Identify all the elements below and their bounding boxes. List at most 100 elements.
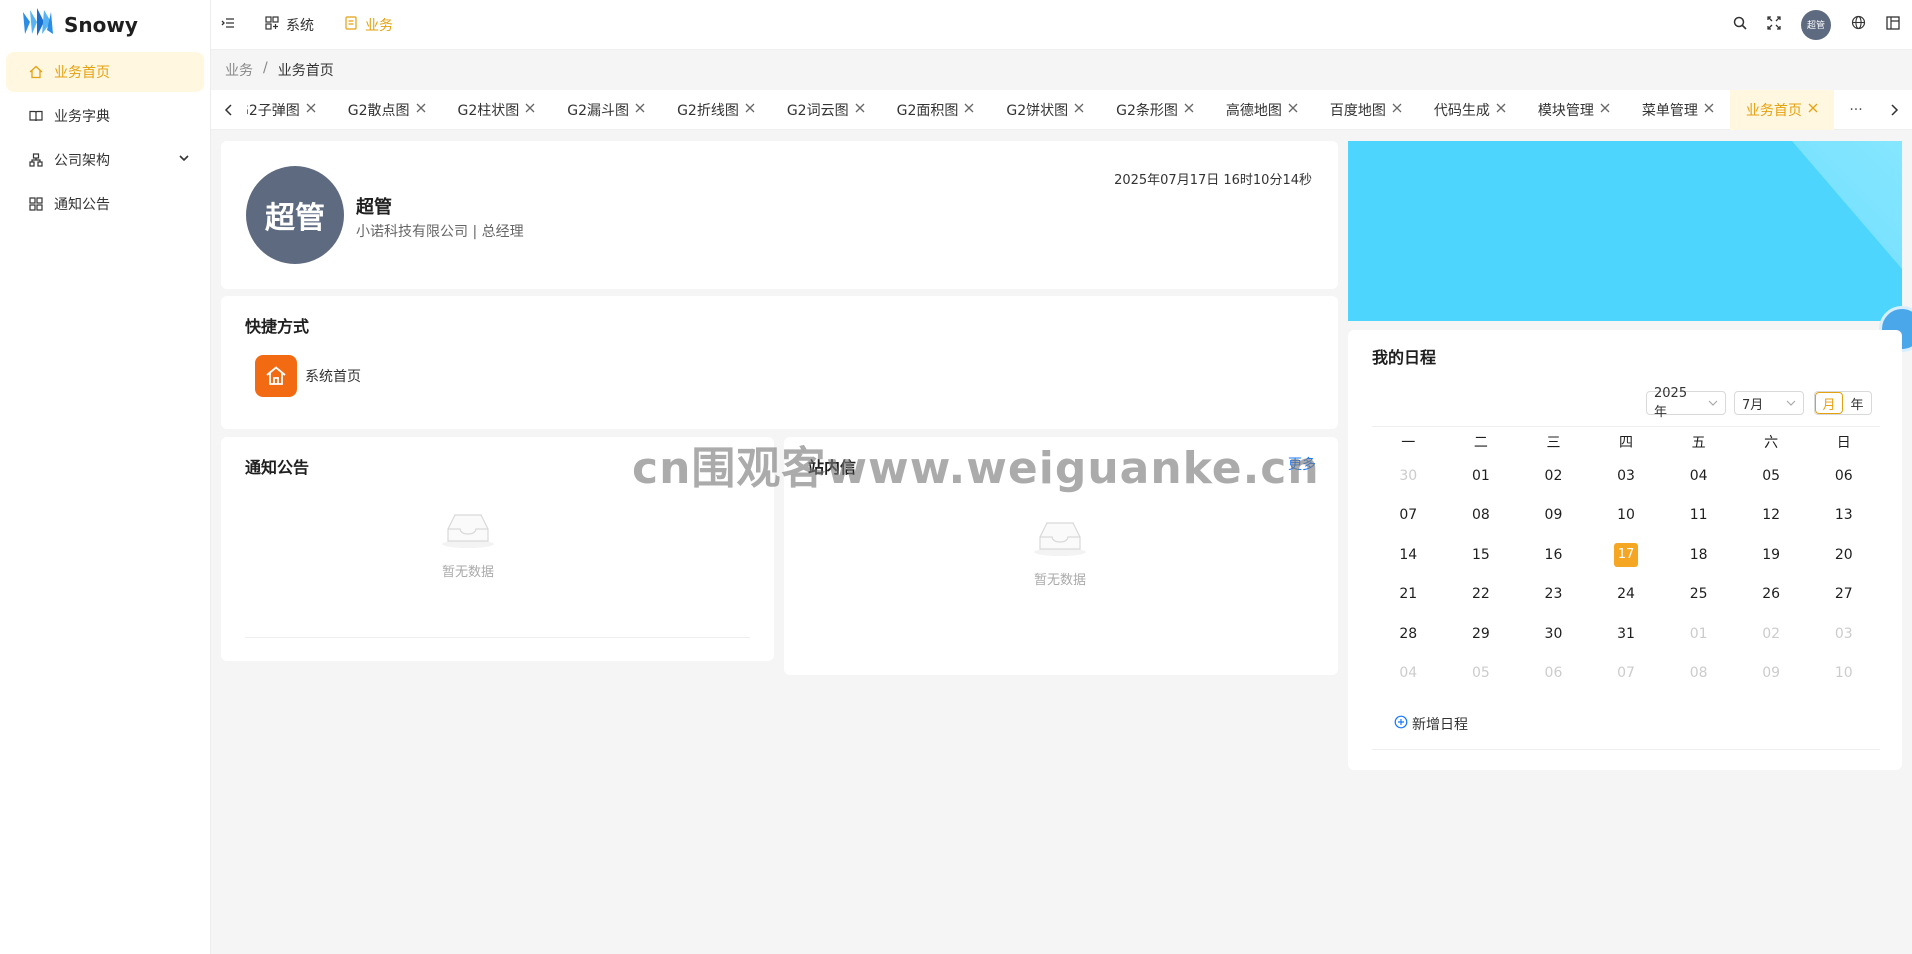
sidebar-item-business-dict[interactable]: 业务字典 xyxy=(6,96,204,136)
calendar-day[interactable]: 09 xyxy=(1517,507,1590,523)
calendar-day[interactable]: 11 xyxy=(1662,507,1735,523)
sidebar-item-label: 公司架构 xyxy=(54,153,110,169)
calendar-day[interactable]: 04 xyxy=(1372,665,1445,681)
top-menu-system[interactable]: 系统 xyxy=(265,15,314,35)
close-icon[interactable] xyxy=(1808,102,1818,117)
calendar-day[interactable]: 17 xyxy=(1590,542,1663,567)
calendar-day[interactable]: 25 xyxy=(1662,586,1735,602)
tab-label: G2折线图 xyxy=(677,102,739,119)
calendar-day[interactable]: 26 xyxy=(1735,586,1808,602)
calendar-day[interactable]: 30 xyxy=(1517,626,1590,642)
calendar-day[interactable]: 08 xyxy=(1445,507,1518,523)
close-icon[interactable] xyxy=(855,102,865,117)
tab-item[interactable]: 菜单管理 xyxy=(1626,90,1730,130)
tabs-scroll-left-icon[interactable] xyxy=(211,103,247,116)
tab-item[interactable]: G2散点图 xyxy=(332,90,442,130)
calendar-day[interactable]: 18 xyxy=(1662,547,1735,563)
calendar-day[interactable]: 12 xyxy=(1735,507,1808,523)
notice-card: 通知公告 暂无数据 xyxy=(221,437,774,661)
calendar-day[interactable]: 15 xyxy=(1445,547,1518,563)
sidebar-item-business-home[interactable]: 业务首页 xyxy=(6,52,204,92)
close-icon[interactable] xyxy=(416,102,426,117)
calendar-day[interactable]: 21 xyxy=(1372,586,1445,602)
close-icon[interactable] xyxy=(635,102,645,117)
close-icon[interactable] xyxy=(1496,102,1506,117)
calendar-day[interactable]: 09 xyxy=(1735,665,1808,681)
year-select[interactable]: 2025年 xyxy=(1646,386,1726,420)
fullscreen-icon[interactable] xyxy=(1767,15,1781,34)
tab-item[interactable]: G2漏斗图 xyxy=(551,90,661,130)
message-more-link[interactable]: 更多 xyxy=(1288,454,1316,474)
top-menu-business[interactable]: 业务 xyxy=(344,15,393,35)
tab-item[interactable]: 百度地图 xyxy=(1314,90,1418,130)
month-select[interactable]: 7月 xyxy=(1734,391,1804,415)
tab-item[interactable]: G2面积图 xyxy=(881,90,991,130)
calendar-day[interactable]: 07 xyxy=(1590,665,1663,681)
shortcut-system-home[interactable]: 系统首页 xyxy=(255,355,361,397)
user-avatar[interactable]: 超管 xyxy=(1801,9,1831,40)
calendar-day[interactable]: 28 xyxy=(1372,626,1445,642)
tabs-scroll-right-icon[interactable] xyxy=(1876,103,1912,116)
calendar-day[interactable]: 01 xyxy=(1662,626,1735,642)
calendar-day[interactable]: 06 xyxy=(1807,468,1880,484)
calendar-day[interactable]: 19 xyxy=(1735,547,1808,563)
sidebar-item-notice[interactable]: 通知公告 xyxy=(6,184,204,224)
search-icon[interactable] xyxy=(1733,16,1747,34)
globe-icon[interactable] xyxy=(1851,15,1866,34)
close-icon[interactable] xyxy=(1600,102,1610,117)
sidebar-item-company-structure[interactable]: 公司架构 xyxy=(6,140,204,180)
calendar-day[interactable]: 03 xyxy=(1590,468,1663,484)
calendar-day[interactable]: 16 xyxy=(1517,547,1590,563)
calendar-day[interactable]: 30 xyxy=(1372,468,1445,484)
tab-item[interactable]: G2柱状图 xyxy=(442,90,552,130)
calendar-day[interactable]: 04 xyxy=(1662,468,1735,484)
tab-item[interactable]: G2条形图 xyxy=(1100,90,1210,130)
tab-item[interactable]: G2饼状图 xyxy=(990,90,1100,130)
close-icon[interactable] xyxy=(1074,102,1084,117)
close-icon[interactable] xyxy=(1392,102,1402,117)
tab-item[interactable]: 代码生成 xyxy=(1418,90,1522,130)
calendar-day[interactable]: 07 xyxy=(1372,507,1445,523)
tab-item[interactable]: 模块管理 xyxy=(1522,90,1626,130)
calendar-day[interactable]: 13 xyxy=(1807,507,1880,523)
calendar-day[interactable]: 23 xyxy=(1517,586,1590,602)
breadcrumb-parent[interactable]: 业务 xyxy=(225,60,253,80)
message-title: 站内信 xyxy=(808,458,857,477)
calendar-day[interactable]: 31 xyxy=(1590,626,1663,642)
calendar-day[interactable]: 05 xyxy=(1445,665,1518,681)
tab-item[interactable]: G2子弹图 xyxy=(247,90,332,130)
tabs-more-button[interactable]: ··· xyxy=(1836,102,1876,118)
mode-month-button[interactable]: 月 xyxy=(1815,392,1843,414)
mode-year-button[interactable]: 年 xyxy=(1843,392,1871,414)
logo[interactable]: Snowy xyxy=(0,0,210,50)
close-icon[interactable] xyxy=(1704,102,1714,117)
menu-fold-icon[interactable] xyxy=(221,16,235,34)
calendar-day[interactable]: 06 xyxy=(1517,665,1590,681)
close-icon[interactable] xyxy=(964,102,974,117)
calendar-day[interactable]: 02 xyxy=(1517,468,1590,484)
close-icon[interactable] xyxy=(306,102,316,117)
tab-item[interactable]: G2折线图 xyxy=(661,90,771,130)
close-icon[interactable] xyxy=(1288,102,1298,117)
calendar-day[interactable]: 24 xyxy=(1590,586,1663,602)
calendar-day[interactable]: 05 xyxy=(1735,468,1808,484)
tab-item[interactable]: 高德地图 xyxy=(1210,90,1314,130)
close-icon[interactable] xyxy=(1184,102,1194,117)
calendar-day[interactable]: 20 xyxy=(1807,547,1880,563)
close-icon[interactable] xyxy=(745,102,755,117)
add-schedule-button[interactable]: 新增日程 xyxy=(1394,714,1468,734)
tab-item[interactable]: G2词云图 xyxy=(771,90,881,130)
calendar-day[interactable]: 22 xyxy=(1445,586,1518,602)
calendar-day[interactable]: 29 xyxy=(1445,626,1518,642)
layout-icon[interactable] xyxy=(1886,15,1900,34)
calendar-day[interactable]: 08 xyxy=(1662,665,1735,681)
close-icon[interactable] xyxy=(525,102,535,117)
calendar-day[interactable]: 10 xyxy=(1590,507,1663,523)
calendar-day[interactable]: 01 xyxy=(1445,468,1518,484)
calendar-day[interactable]: 10 xyxy=(1807,665,1880,681)
calendar-day[interactable]: 03 xyxy=(1807,626,1880,642)
calendar-day[interactable]: 14 xyxy=(1372,547,1445,563)
calendar-day[interactable]: 27 xyxy=(1807,586,1880,602)
calendar-day[interactable]: 02 xyxy=(1735,626,1808,642)
tab-item[interactable]: 业务首页 xyxy=(1729,89,1834,130)
